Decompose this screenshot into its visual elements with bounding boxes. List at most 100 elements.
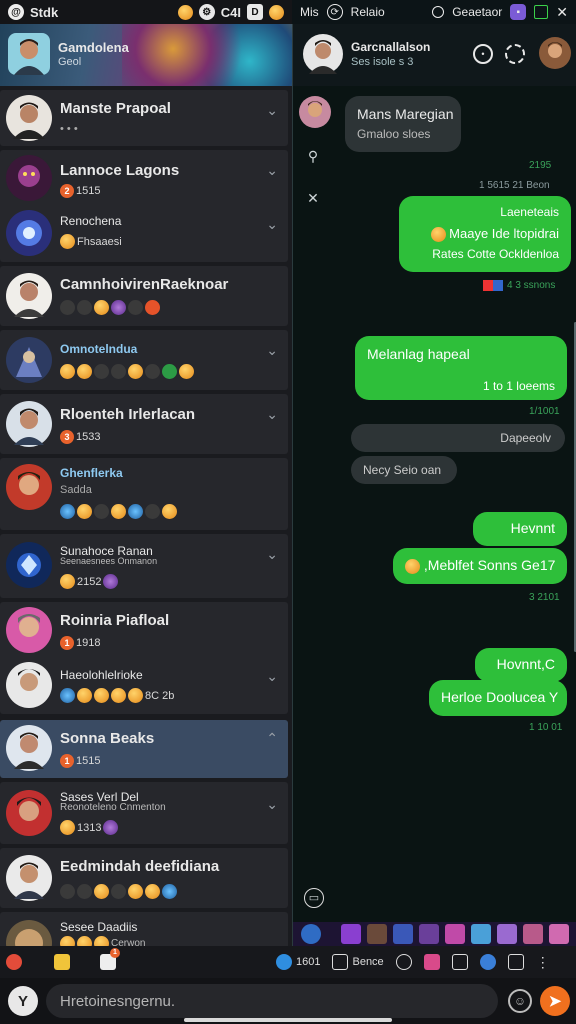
- call-icon[interactable]: [505, 44, 525, 64]
- chat-bubble-icon[interactable]: [390, 954, 418, 970]
- sticker-item[interactable]: [497, 924, 517, 944]
- sticker-item[interactable]: [523, 924, 543, 944]
- chevron-up-icon[interactable]: ⌃: [266, 730, 278, 747]
- chevron-down-icon[interactable]: ⌄: [266, 162, 278, 179]
- emoji-icon: [77, 936, 92, 946]
- chevron-down-icon[interactable]: ⌄: [266, 216, 278, 233]
- message-input[interactable]: [46, 984, 498, 1018]
- toolbar-item-1[interactable]: 1601: [270, 954, 326, 970]
- chat-item[interactable]: Rloenteh Irlerlacan 3 1533 ⌄: [0, 394, 288, 454]
- emoji-icon: [405, 558, 420, 574]
- window-icon[interactable]: [534, 5, 549, 19]
- refresh-icon[interactable]: ⟳: [326, 4, 343, 20]
- message-outgoing[interactable]: Herloe Doolucea Y: [429, 680, 567, 716]
- chevron-down-icon[interactable]: ⌄: [266, 102, 278, 119]
- message-incoming[interactable]: Necy Seio oan: [351, 456, 457, 484]
- sticker-item[interactable]: [341, 924, 361, 944]
- pin-tool-icon[interactable]: [0, 954, 48, 970]
- chat-name: Ghenflerka: [60, 466, 123, 480]
- emoji-status-icon: [269, 4, 284, 20]
- account-avatar[interactable]: Y: [8, 986, 38, 1016]
- message-outgoing[interactable]: Hovnnt,C: [475, 648, 567, 682]
- profile-avatar[interactable]: [8, 33, 50, 75]
- chat-preview: • • •: [60, 123, 78, 135]
- message-outgoing[interactable]: Melanlag hapeal 1 to 1 loeems: [355, 336, 567, 400]
- emoji-icon: [145, 300, 160, 315]
- emoji-icon: [60, 504, 75, 519]
- toolbar-item-2[interactable]: Bence: [326, 954, 389, 970]
- message-text: Herloe Doolucea Y: [441, 689, 559, 705]
- settings-icon[interactable]: ⚙: [198, 4, 215, 20]
- status-mid-label: C4I: [220, 4, 241, 20]
- close-icon[interactable]: ✕: [556, 4, 568, 21]
- sticker-item[interactable]: [445, 924, 465, 944]
- emoji-icon: [77, 300, 92, 315]
- more-menu-icon[interactable]: ⋮: [530, 954, 556, 971]
- chat-name: Roinria Piafloal: [60, 612, 170, 629]
- chat-item[interactable]: Manste Prapoal • • • ⌄: [0, 90, 288, 146]
- unread-badge: 3: [60, 430, 74, 444]
- user-avatar[interactable]: [539, 37, 571, 69]
- conversation-title: Garcnallalson: [351, 40, 431, 54]
- chat-item[interactable]: Sunahoce Ranan Seenaesnees Onmanon 2152 …: [0, 534, 288, 598]
- sticker-item[interactable]: [393, 924, 413, 944]
- sticker-tab-icon[interactable]: [301, 924, 321, 944]
- chat-item[interactable]: Sases Verl Del Reonoteleno Cnmenton 1313…: [0, 782, 288, 844]
- grid-icon[interactable]: [446, 954, 474, 970]
- message-outgoing[interactable]: ,Meblfet Sonns Ge17: [393, 548, 567, 584]
- note-tool-icon[interactable]: [48, 954, 94, 970]
- emoji-icon: [162, 884, 177, 899]
- chat-item[interactable]: Eedmindah deefidiana: [0, 848, 288, 908]
- chat-item[interactable]: Ghenflerka Sadda: [0, 458, 288, 530]
- chat-item[interactable]: Renochena Fhsaaesi ⌄: [0, 206, 288, 262]
- chat-preview: 1313: [60, 820, 119, 835]
- chevron-down-icon[interactable]: ⌄: [266, 796, 278, 813]
- sticker-item[interactable]: [419, 924, 439, 944]
- chat-item[interactable]: Haeolohlelrioke 8C 2b ⌄: [0, 658, 288, 714]
- chat-item[interactable]: Sesee Daadiis Cerwon: [0, 912, 288, 946]
- chat-preview-text: 8C 2b: [145, 689, 175, 702]
- emoji-icon: [60, 574, 75, 589]
- image-icon[interactable]: [502, 954, 530, 970]
- emoji-icon: [111, 688, 126, 703]
- chevron-down-icon[interactable]: ⌄: [266, 668, 278, 685]
- box-icon[interactable]: D: [247, 4, 263, 20]
- emoji-icon: [60, 688, 75, 703]
- sticker-item[interactable]: [549, 924, 569, 944]
- chat-name: Haeolohlelrioke: [60, 668, 143, 682]
- chat-item-active[interactable]: Sonna Beaks 1 1515 ⌃: [0, 720, 288, 778]
- emoji-icon: [103, 820, 119, 835]
- chat-avatar: [6, 337, 52, 383]
- chat-preview: [60, 884, 177, 899]
- apps-icon[interactable]: ▪: [510, 4, 527, 20]
- emoji-icon: [162, 504, 177, 519]
- status-right-label: Mis: [300, 5, 319, 19]
- message-time: 3 2101: [529, 592, 560, 603]
- contact-avatar[interactable]: [303, 34, 343, 74]
- chat-item[interactable]: CamnhoivirenRaeknoar: [0, 266, 288, 326]
- chevron-down-icon[interactable]: ⌄: [266, 406, 278, 423]
- message-text: Melanlag hapeal: [367, 346, 470, 362]
- browser-icon[interactable]: [474, 954, 502, 970]
- message-incoming[interactable]: Dapeeolv: [351, 424, 565, 452]
- sticker-item[interactable]: [367, 924, 387, 944]
- chat-item[interactable]: Omnotelndua ⌄: [0, 330, 288, 390]
- chevron-down-icon[interactable]: ⌄: [266, 546, 278, 563]
- camera-tool-icon[interactable]: 1: [94, 948, 270, 970]
- emoji-icon: [77, 884, 92, 899]
- chat-item[interactable]: Roinria Piafloal 1 1918: [0, 602, 288, 658]
- chat-item[interactable]: Lannoce Lagons 2 1515 ⌄: [0, 150, 288, 206]
- message-date: 1 5615 21 Beon: [479, 180, 550, 191]
- message-outgoing[interactable]: Laeneteais Maaye Ide ltopidrai Rates Cot…: [399, 196, 571, 272]
- send-icon[interactable]: ➤: [540, 986, 570, 1016]
- message-outgoing[interactable]: Hevnnt: [473, 512, 567, 546]
- chevron-down-icon[interactable]: ⌄: [266, 342, 278, 359]
- edit-icon[interactable]: [418, 954, 446, 970]
- emoji-picker-icon[interactable]: ☺: [508, 989, 532, 1013]
- chat-preview: [60, 364, 194, 379]
- info-icon[interactable]: •: [473, 44, 493, 64]
- sticker-item[interactable]: [471, 924, 491, 944]
- message-incoming[interactable]: Mans Maregian Gmaloo sloes: [345, 96, 461, 152]
- emoji-icon: [77, 504, 92, 519]
- emoji-icon: [177, 4, 193, 20]
